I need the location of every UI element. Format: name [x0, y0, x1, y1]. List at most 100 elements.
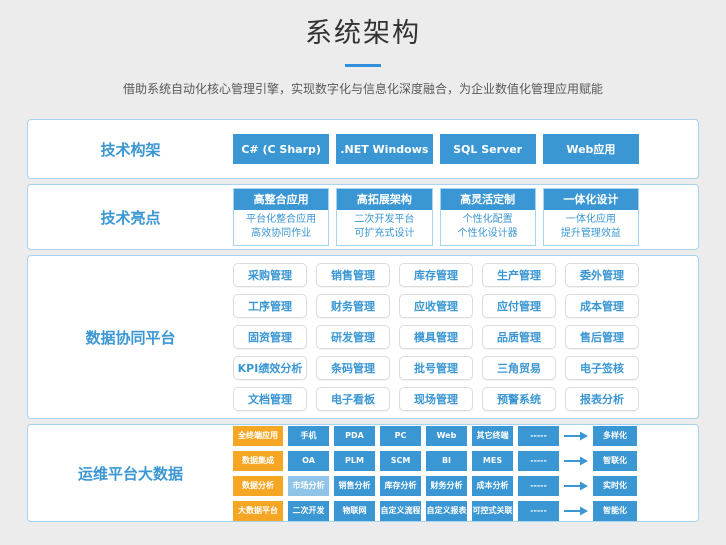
highlight-card-unified: 一体化设计 一体化应用 提升管理效益: [543, 188, 639, 246]
ops-item-chip[interactable]: -----: [518, 451, 559, 471]
section-label-tech-highlights: 技术亮点: [28, 207, 233, 228]
module-chip[interactable]: 生产管理: [482, 263, 556, 287]
ops-item-chip[interactable]: 物联网: [334, 501, 375, 521]
tech-framework-buttons: C# (C Sharp) .NET Windows SQL Server Web…: [233, 134, 639, 164]
panel-ops-platform: 运维平台大数据 全终端应用 手机 PDA PC Web 其它终端 ----- 多…: [27, 424, 699, 522]
ops-item-chip[interactable]: 库存分析: [380, 476, 421, 496]
ops-category-badge: 数据分析: [233, 476, 283, 496]
module-chip[interactable]: 售后管理: [565, 325, 639, 349]
system-architecture-page: 系统架构 借助系统自动化核心管理引擎，实现数字化与信息化深度融合，为企业数值化管…: [0, 0, 726, 522]
highlight-card-line: 高效协同作业: [234, 227, 328, 241]
highlight-card-line: 可扩充式设计: [337, 227, 431, 241]
ops-item-chip[interactable]: 手机: [288, 426, 329, 446]
panel-tech-highlights: 技术亮点 高整合应用 平台化整合应用 高效协同作业 高拓展架构 二次开发平台 可…: [27, 184, 699, 250]
tech-chip-dotnet[interactable]: .NET Windows: [336, 134, 432, 164]
module-chip[interactable]: 条码管理: [316, 356, 390, 380]
section-label-tech-framework: 技术构架: [28, 139, 233, 160]
ops-item-chip[interactable]: Web: [426, 426, 467, 446]
module-chip[interactable]: 品质管理: [482, 325, 556, 349]
ops-item-chip[interactable]: -----: [518, 476, 559, 496]
ops-item-chip[interactable]: OA: [288, 451, 329, 471]
highlight-card-integration: 高整合应用 平台化整合应用 高效协同作业: [233, 188, 329, 246]
module-chip[interactable]: 报表分析: [565, 387, 639, 411]
highlight-card-title: 高拓展架构: [337, 189, 431, 210]
module-chip[interactable]: 预警系统: [482, 387, 556, 411]
ops-item-chip[interactable]: 自定义流程: [380, 501, 421, 521]
module-chip[interactable]: KPI绩效分析: [233, 356, 307, 380]
arrow-right-icon: [564, 431, 588, 441]
module-chip[interactable]: 财务管理: [316, 294, 390, 318]
highlight-card-title: 高灵活定制: [441, 189, 535, 210]
ops-item-chip[interactable]: 成本分析: [472, 476, 513, 496]
module-chip[interactable]: 模具管理: [399, 325, 473, 349]
ops-result-chip[interactable]: 多样化: [593, 426, 637, 446]
page-subtitle: 借助系统自动化核心管理引擎，实现数字化与信息化深度融合，为企业数值化管理应用赋能: [0, 81, 726, 97]
module-chip[interactable]: 销售管理: [316, 263, 390, 287]
module-chip[interactable]: 库存管理: [399, 263, 473, 287]
ops-item-chip[interactable]: 财务分析: [426, 476, 467, 496]
ops-item-chip[interactable]: PDA: [334, 426, 375, 446]
ops-category-badge: 大数据平台: [233, 501, 283, 521]
module-chip[interactable]: 三角贸易: [482, 356, 556, 380]
highlight-card-title: 高整合应用: [234, 189, 328, 210]
ops-item-chip[interactable]: -----: [518, 501, 559, 521]
ops-item-chip[interactable]: MES: [472, 451, 513, 471]
module-chip[interactable]: 应收管理: [399, 294, 473, 318]
ops-result-chip[interactable]: 实时化: [593, 476, 637, 496]
ops-result-chip[interactable]: 智能化: [593, 501, 637, 521]
ops-item-chip[interactable]: PLM: [334, 451, 375, 471]
module-chip[interactable]: 电子签核: [565, 356, 639, 380]
module-chip[interactable]: 文档管理: [233, 387, 307, 411]
title-divider: [345, 64, 381, 67]
panel-data-platform: 数据协同平台 采购管理 销售管理 库存管理 生产管理 委外管理 工序管理 财务管…: [27, 255, 699, 419]
ops-item-chip[interactable]: 二次开发: [288, 501, 329, 521]
arrow-right-icon: [564, 456, 588, 466]
highlight-card-line: 一体化应用: [544, 213, 638, 227]
module-chip[interactable]: 固资管理: [233, 325, 307, 349]
panel-tech-framework: 技术构架 C# (C Sharp) .NET Windows SQL Serve…: [27, 119, 699, 179]
module-chip[interactable]: 批号管理: [399, 356, 473, 380]
ops-row-bigdata: 大数据平台 二次开发 物联网 自定义流程 自定义报表 可控式关联 ----- 智…: [233, 501, 639, 521]
module-chip[interactable]: 应付管理: [482, 294, 556, 318]
architecture-panels: 技术构架 C# (C Sharp) .NET Windows SQL Serve…: [27, 119, 699, 522]
arrow-right-icon: [564, 481, 588, 491]
highlight-card-line: 个性化设计器: [441, 227, 535, 241]
highlight-card-title: 一体化设计: [544, 189, 638, 210]
module-chip[interactable]: 电子看板: [316, 387, 390, 411]
tech-chip-csharp[interactable]: C# (C Sharp): [233, 134, 329, 164]
module-chip[interactable]: 委外管理: [565, 263, 639, 287]
section-label-ops-platform: 运维平台大数据: [28, 463, 233, 484]
ops-item-chip[interactable]: 可控式关联: [472, 501, 513, 521]
data-platform-grid: 采购管理 销售管理 库存管理 生产管理 委外管理 工序管理 财务管理 应收管理 …: [233, 263, 639, 411]
page-title: 系统架构: [0, 16, 726, 52]
ops-result-chip[interactable]: 智联化: [593, 451, 637, 471]
ops-item-chip[interactable]: 其它终端: [472, 426, 513, 446]
ops-item-chip[interactable]: -----: [518, 426, 559, 446]
ops-platform-rows: 全终端应用 手机 PDA PC Web 其它终端 ----- 多样化 数据集成 …: [233, 426, 639, 521]
ops-item-chip[interactable]: 市场分析: [288, 476, 329, 496]
ops-category-badge: 全终端应用: [233, 426, 283, 446]
highlight-card-line: 提升管理效益: [544, 227, 638, 241]
ops-item-chip[interactable]: SCM: [380, 451, 421, 471]
highlight-card-line: 平台化整合应用: [234, 213, 328, 227]
highlight-card-line: 个性化配置: [441, 213, 535, 227]
module-chip[interactable]: 成本管理: [565, 294, 639, 318]
tech-chip-sqlserver[interactable]: SQL Server: [440, 134, 536, 164]
ops-item-chip[interactable]: 自定义报表: [426, 501, 467, 521]
module-chip[interactable]: 采购管理: [233, 263, 307, 287]
highlight-card-extensibility: 高拓展架构 二次开发平台 可扩充式设计: [336, 188, 432, 246]
module-chip[interactable]: 研发管理: [316, 325, 390, 349]
highlight-card-flexibility: 高灵活定制 个性化配置 个性化设计器: [440, 188, 536, 246]
ops-row-terminals: 全终端应用 手机 PDA PC Web 其它终端 ----- 多样化: [233, 426, 639, 446]
section-label-data-platform: 数据协同平台: [28, 327, 233, 348]
ops-item-chip[interactable]: BI: [426, 451, 467, 471]
tech-chip-web[interactable]: Web应用: [543, 134, 639, 164]
arrow-right-icon: [564, 506, 588, 516]
module-chip[interactable]: 工序管理: [233, 294, 307, 318]
ops-item-chip[interactable]: 销售分析: [334, 476, 375, 496]
highlight-cards: 高整合应用 平台化整合应用 高效协同作业 高拓展架构 二次开发平台 可扩充式设计…: [233, 188, 639, 246]
ops-item-chip[interactable]: PC: [380, 426, 421, 446]
ops-category-badge: 数据集成: [233, 451, 283, 471]
highlight-card-line: 二次开发平台: [337, 213, 431, 227]
module-chip[interactable]: 现场管理: [399, 387, 473, 411]
